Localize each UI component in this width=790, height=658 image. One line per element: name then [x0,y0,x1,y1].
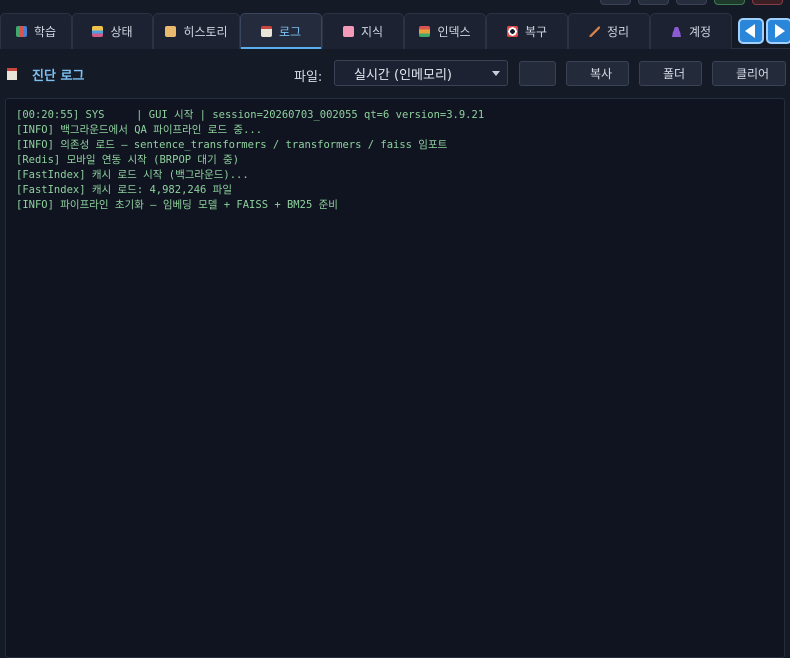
tab-label: 상태 [110,25,133,39]
window-control-button[interactable] [600,0,631,5]
tab-bar: 학습 상태 히스토리 로그 지식 인덱스 복구 정리 계정 [0,13,790,49]
log-line: [INFO] 의존성 로드 — sentence_transformers / … [16,139,448,151]
window-controls [0,0,790,6]
tab-label: 지식 [360,25,384,39]
tab-status[interactable]: 상태 [72,13,153,49]
tab-label: 히스토리 [183,25,228,39]
memo-icon [260,26,272,37]
tab-learning[interactable]: 학습 [0,13,72,49]
clear-button-label: 클리어 [735,67,770,81]
tab-knowledge[interactable]: 지식 [322,13,404,49]
folder-button-label: 폴더 [662,67,686,81]
brain-icon [342,26,354,37]
tab-index[interactable]: 인덱스 [404,13,486,49]
tab-account[interactable]: 계정 [650,13,732,49]
tab-label: 인덱스 [437,25,471,39]
tab-label: 로그 [278,25,302,39]
tab-history[interactable]: 히스토리 [153,13,240,49]
arrow-right-icon [775,24,785,38]
log-line: [INFO] 백그라운드에서 QA 파이프라인 로드 중... [16,124,263,136]
panel-title: 진단 로그 [32,69,85,84]
user-icon [670,26,682,37]
refresh-button[interactable] [519,61,556,86]
log-line: [Redis] 모바일 연동 시작 (BRPOP 대기 중) [16,154,240,166]
copy-button[interactable]: 복사 [566,61,629,86]
tab-label: 학습 [33,25,57,39]
window-control-button[interactable] [714,0,745,5]
window-control-button[interactable] [752,0,783,5]
log-line: [INFO] 파이프라인 초기화 — 임베딩 모델 + FAISS + BM25… [16,199,338,211]
chart-icon [92,26,104,37]
log-line: [00:20:55] SYS | GUI 시작 | session=202607… [16,109,485,121]
file-label: 파일: [294,70,323,85]
tab-scroll-left-button[interactable] [738,18,764,44]
window-control-button[interactable] [638,0,669,5]
tab-label: 계정 [688,25,712,39]
copy-button-label: 복사 [589,67,613,81]
log-file-select[interactable]: 실시간 (인메모리) [334,60,508,86]
memo-icon [7,68,17,80]
tab-label: 정리 [606,25,630,39]
chevron-down-icon [492,71,500,76]
folder-button[interactable]: 폴더 [639,61,702,86]
log-toolbar: 진단 로그 파일: 실시간 (인메모리) 복사 폴더 클리어 [0,58,790,90]
scroll-icon [165,26,177,37]
books-icon [15,26,27,37]
ring-buoy-icon [506,26,518,37]
window-control-button[interactable] [676,0,707,5]
clear-button[interactable]: 클리어 [712,61,786,86]
index-icon [419,26,431,37]
tab-cleanup[interactable]: 정리 [568,13,650,49]
log-line: [FastIndex] 캐시 로드 시작 (백그라운드)... [16,169,249,181]
log-output[interactable]: [00:20:55] SYS | GUI 시작 | session=202607… [5,98,785,658]
tab-log[interactable]: 로그 [240,13,322,49]
log-file-select-value: 실시간 (인메모리) [354,67,452,83]
arrow-left-icon [745,24,755,38]
tab-label: 복구 [524,25,548,39]
log-line: [FastIndex] 캐시 로드: 4,982,246 파일 [16,184,232,196]
tab-scroll-right-button[interactable] [766,18,790,44]
broom-icon [588,26,600,37]
tab-recovery[interactable]: 복구 [486,13,568,49]
